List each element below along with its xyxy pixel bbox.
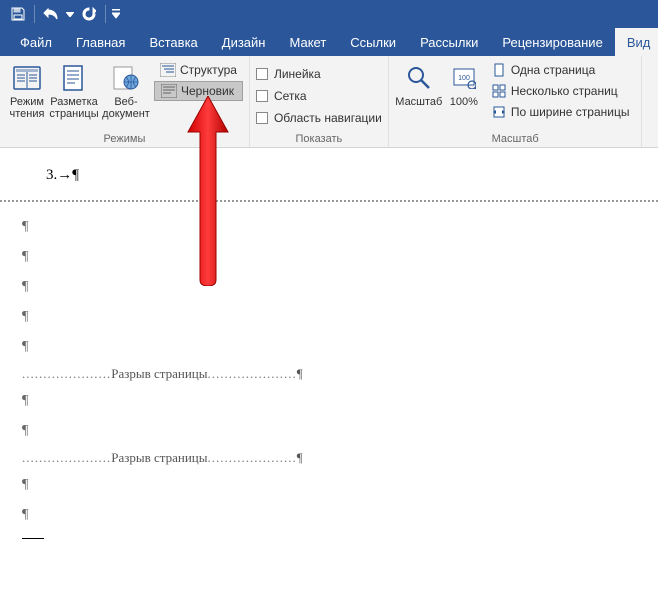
paragraph-mark: ¶	[0, 470, 658, 500]
tab-home[interactable]: Главная	[64, 28, 137, 56]
zoom-label: Масштаб	[395, 96, 442, 108]
tab-mailings[interactable]: Рассылки	[408, 28, 490, 56]
zoom-group-label: Масштаб	[395, 131, 636, 145]
chevron-down-icon	[66, 12, 74, 17]
paragraph-mark: ¶	[0, 272, 658, 302]
ruler-checkbox[interactable]: Линейка	[256, 65, 382, 83]
paragraph-mark: ¶	[297, 450, 303, 466]
one-page-label: Одна страница	[511, 63, 595, 77]
hundred-button[interactable]: 100 100%	[445, 60, 483, 131]
gridlines-label: Сетка	[274, 89, 307, 103]
page-width-button[interactable]: По ширине страницы	[485, 102, 636, 122]
ribbon: Режим чтения Разметка страницы Веб-докум…	[0, 56, 658, 148]
one-page-button[interactable]: Одна страница	[485, 60, 636, 80]
web-layout-icon	[110, 62, 142, 94]
document-area[interactable]: 3.→¶ ¶ ¶ ¶ ¶ ¶ ..................... Раз…	[0, 148, 658, 539]
paragraph-mark: ¶	[297, 366, 303, 382]
qat-separator	[34, 5, 35, 23]
paragraph-mark: ¶	[0, 386, 658, 416]
gridlines-checkbox[interactable]: Сетка	[256, 87, 382, 105]
draft-icon	[161, 84, 177, 98]
show-group-label: Показать	[256, 131, 382, 145]
ribbon-group-show: Линейка Сетка Область навигации Показать	[250, 56, 389, 147]
quick-access-toolbar	[0, 0, 658, 28]
multi-page-icon	[491, 84, 507, 98]
outline-icon	[160, 63, 176, 77]
print-layout-button[interactable]: Разметка страницы	[50, 60, 98, 131]
page-break-label: Разрыв страницы	[111, 366, 207, 382]
page-width-icon	[491, 105, 507, 119]
page-break-line: ..................... Разрыв страницы ..…	[0, 446, 658, 470]
paragraph-mark: ¶	[0, 302, 658, 332]
ruler-label: Линейка	[274, 67, 321, 81]
page-width-label: По ширине страницы	[511, 105, 630, 119]
web-layout-label: Веб-документ	[102, 96, 150, 120]
one-page-icon	[491, 63, 507, 77]
qat-customize[interactable]	[110, 2, 122, 26]
paragraph-mark: ¶	[0, 416, 658, 446]
undo-dropdown[interactable]	[65, 2, 75, 26]
checkbox-icon	[256, 68, 268, 80]
checkbox-icon	[256, 90, 268, 102]
tab-insert[interactable]: Вставка	[137, 28, 209, 56]
qat-separator	[105, 5, 106, 23]
print-layout-icon	[58, 62, 90, 94]
save-button[interactable]	[6, 2, 30, 26]
read-mode-label: Режим чтения	[8, 96, 46, 120]
multi-page-button[interactable]: Несколько страниц	[485, 81, 636, 101]
page-break-label: Разрыв страницы	[111, 450, 207, 466]
page-break-line: ..................... Разрыв страницы ..…	[0, 362, 658, 386]
navpane-label: Область навигации	[274, 111, 382, 125]
end-mark	[22, 538, 44, 539]
document-line: 3.→¶	[0, 166, 658, 186]
zoom-icon	[403, 62, 435, 94]
page-separator	[0, 200, 658, 202]
chevron-down-icon	[112, 9, 120, 19]
paragraph-mark: ¶	[0, 212, 658, 242]
redo-button[interactable]	[77, 2, 101, 26]
hundred-label: 100%	[450, 96, 478, 108]
tab-review[interactable]: Рецензирование	[490, 28, 614, 56]
navpane-checkbox[interactable]: Область навигации	[256, 109, 382, 127]
paragraph-mark: ¶	[0, 332, 658, 362]
ribbon-group-views: Режим чтения Разметка страницы Веб-докум…	[0, 56, 250, 147]
draft-label: Черновик	[181, 84, 234, 98]
zoom-button[interactable]: Масштаб	[395, 60, 443, 131]
read-mode-button[interactable]: Режим чтения	[6, 60, 48, 131]
ribbon-tabs: Файл Главная Вставка Дизайн Макет Ссылки…	[0, 28, 658, 56]
outline-button[interactable]: Структура	[154, 60, 243, 80]
checkbox-icon	[256, 112, 268, 124]
tab-references[interactable]: Ссылки	[338, 28, 408, 56]
views-group-label: Режимы	[6, 131, 243, 145]
tab-file[interactable]: Файл	[8, 28, 64, 56]
print-layout-label: Разметка страницы	[49, 96, 98, 120]
tab-layout[interactable]: Макет	[277, 28, 338, 56]
read-mode-icon	[11, 62, 43, 94]
hundred-icon: 100	[448, 62, 480, 94]
paragraph-mark: ¶	[0, 500, 658, 530]
tab-design[interactable]: Дизайн	[210, 28, 278, 56]
multi-page-label: Несколько страниц	[511, 84, 618, 98]
web-layout-button[interactable]: Веб-документ	[100, 60, 152, 131]
draft-button[interactable]: Черновик	[154, 81, 243, 101]
svg-text:100: 100	[458, 75, 470, 82]
ribbon-group-zoom: Масштаб 100 100% Одна страница	[389, 56, 643, 147]
paragraph-mark: ¶	[0, 242, 658, 272]
outline-label: Структура	[180, 63, 237, 77]
tab-view[interactable]: Вид	[615, 28, 658, 56]
undo-button[interactable]	[39, 2, 63, 26]
